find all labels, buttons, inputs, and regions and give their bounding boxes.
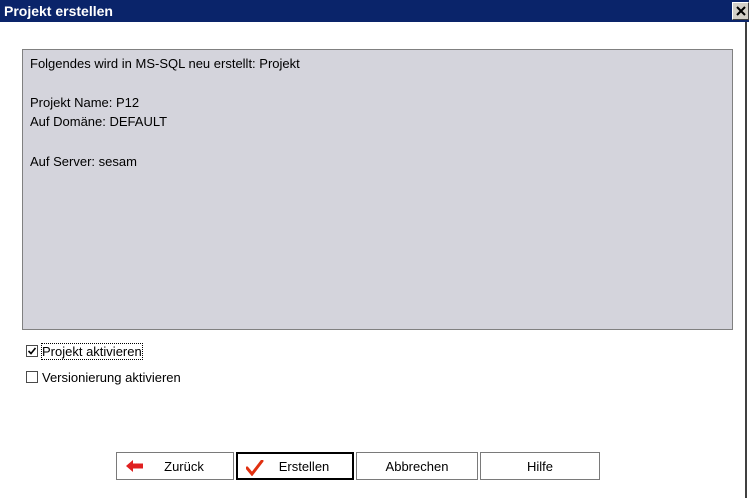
checkmark-icon — [246, 460, 264, 476]
back-button-label: Zurück — [164, 458, 204, 474]
cancel-button-label: Abbrechen — [385, 458, 449, 474]
project-name-line: Projekt Name: P12 — [30, 95, 140, 110]
create-button[interactable]: Erstellen — [236, 452, 354, 480]
back-button[interactable]: Zurück — [116, 452, 234, 480]
close-button[interactable] — [732, 2, 749, 20]
domain-line: Auf Domäne: DEFAULT — [30, 114, 168, 129]
create-button-label: Erstellen — [278, 458, 330, 474]
activate-project-option[interactable]: Projekt aktivieren — [26, 342, 143, 360]
server-line: Auf Server: sesam — [30, 154, 137, 169]
dialog-body: Folgendes wird in MS-SQL neu erstellt: P… — [0, 22, 747, 498]
activate-versioning-checkbox[interactable] — [26, 371, 38, 383]
activate-project-label[interactable]: Projekt aktivieren — [41, 342, 143, 360]
activate-versioning-label[interactable]: Versionierung aktivieren — [42, 370, 181, 385]
help-button[interactable]: Hilfe — [480, 452, 600, 480]
summary-heading: Folgendes wird in MS-SQL neu erstellt: P… — [30, 56, 300, 71]
title-bar: Projekt erstellen — [0, 0, 749, 22]
help-button-label: Hilfe — [526, 458, 553, 474]
cancel-button[interactable]: Abbrechen — [356, 452, 478, 480]
summary-panel: Folgendes wird in MS-SQL neu erstellt: P… — [22, 49, 733, 330]
arrow-left-icon — [126, 460, 143, 472]
activate-versioning-option[interactable]: Versionierung aktivieren — [26, 369, 181, 385]
checkmark-icon — [27, 347, 37, 355]
activate-project-checkbox[interactable] — [26, 345, 38, 357]
close-icon — [736, 6, 746, 16]
window-title: Projekt erstellen — [4, 3, 113, 19]
